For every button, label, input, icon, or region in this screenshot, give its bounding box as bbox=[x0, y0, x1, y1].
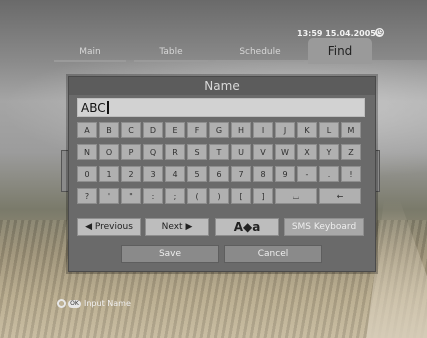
cancel-button[interactable]: Cancel bbox=[224, 245, 322, 263]
tab-schedule[interactable]: Schedule bbox=[216, 44, 304, 62]
key-t[interactable]: T bbox=[209, 144, 229, 160]
key-2[interactable]: 2 bbox=[121, 166, 141, 182]
name-text-field[interactable]: ABC bbox=[77, 98, 365, 117]
text-caret bbox=[106, 101, 109, 114]
key-z[interactable]: Z bbox=[341, 144, 361, 160]
key-question[interactable]: ? bbox=[77, 188, 97, 204]
navigation-ring-icon bbox=[57, 299, 66, 308]
help-hint: OK Input Name bbox=[57, 297, 131, 311]
key-exclamation[interactable]: ! bbox=[341, 166, 361, 182]
key-j[interactable]: J bbox=[275, 122, 295, 138]
key-i[interactable]: I bbox=[253, 122, 273, 138]
key-4[interactable]: 4 bbox=[165, 166, 185, 182]
key-f[interactable]: F bbox=[187, 122, 207, 138]
key-q[interactable]: Q bbox=[143, 144, 163, 160]
tab-find[interactable]: Find bbox=[308, 38, 372, 64]
key-s[interactable]: S bbox=[187, 144, 207, 160]
left-triangle-icon: ◀ bbox=[85, 222, 92, 232]
key-6[interactable]: 6 bbox=[209, 166, 229, 182]
key-c[interactable]: C bbox=[121, 122, 141, 138]
key-x[interactable]: X bbox=[297, 144, 317, 160]
key-open-bracket[interactable]: [ bbox=[231, 188, 251, 204]
backspace-arrow-icon: ← bbox=[336, 192, 344, 201]
key-l[interactable]: L bbox=[319, 122, 339, 138]
ok-button-icon: OK bbox=[68, 299, 81, 308]
key-m[interactable]: M bbox=[341, 122, 361, 138]
key-3[interactable]: 3 bbox=[143, 166, 163, 182]
next-button[interactable]: Next ▶ bbox=[145, 218, 209, 236]
key-colon[interactable]: : bbox=[143, 188, 163, 204]
backspace-key[interactable]: ← bbox=[319, 188, 361, 204]
key-o[interactable]: O bbox=[99, 144, 119, 160]
key-9[interactable]: 9 bbox=[275, 166, 295, 182]
key-close-paren[interactable]: ) bbox=[209, 188, 229, 204]
key-y[interactable]: Y bbox=[319, 144, 339, 160]
next-label: Next bbox=[161, 222, 183, 232]
key-b[interactable]: B bbox=[99, 122, 119, 138]
key-8[interactable]: 8 bbox=[253, 166, 273, 182]
tab-table[interactable]: Table bbox=[134, 44, 208, 62]
space-key[interactable]: ⌴ bbox=[275, 188, 317, 204]
key-period[interactable]: . bbox=[319, 166, 339, 182]
key-w[interactable]: W bbox=[275, 144, 295, 160]
tv-screen: 13:59 15.04.2005 ◷ Main Table Schedule F… bbox=[0, 0, 427, 338]
key-open-paren[interactable]: ( bbox=[187, 188, 207, 204]
previous-button[interactable]: ◀ Previous bbox=[77, 218, 141, 236]
menu-tab-bar: Main Table Schedule Find bbox=[54, 38, 372, 64]
previous-label: Previous bbox=[94, 222, 133, 232]
case-toggle-button[interactable]: A◆a bbox=[215, 218, 279, 236]
key-hyphen[interactable]: - bbox=[297, 166, 317, 182]
sms-keyboard-button[interactable]: SMS Keyboard bbox=[284, 218, 364, 236]
clock-icon: ◷ bbox=[375, 28, 384, 37]
key-u[interactable]: U bbox=[231, 144, 251, 160]
key-g[interactable]: G bbox=[209, 122, 229, 138]
key-p[interactable]: P bbox=[121, 144, 141, 160]
key-1[interactable]: 1 bbox=[99, 166, 119, 182]
right-triangle-icon: ▶ bbox=[185, 222, 193, 232]
key-v[interactable]: V bbox=[253, 144, 273, 160]
key-a[interactable]: A bbox=[77, 122, 97, 138]
dialog-title: Name bbox=[69, 77, 375, 95]
key-r[interactable]: R bbox=[165, 144, 185, 160]
key-e[interactable]: E bbox=[165, 122, 185, 138]
key-semicolon[interactable]: ; bbox=[165, 188, 185, 204]
key-close-bracket[interactable]: ] bbox=[253, 188, 273, 204]
input-value: ABC bbox=[81, 101, 106, 115]
name-input-dialog: Name ABC A B C D E F G H I J K L M N O P… bbox=[68, 76, 376, 272]
clock-date: 15.04.2005 bbox=[325, 29, 376, 38]
tab-main[interactable]: Main bbox=[54, 44, 126, 62]
key-0[interactable]: 0 bbox=[77, 166, 97, 182]
help-text: Input Name bbox=[84, 299, 131, 308]
key-quote[interactable]: " bbox=[121, 188, 141, 204]
save-button[interactable]: Save bbox=[121, 245, 219, 263]
key-apostrophe[interactable]: ' bbox=[99, 188, 119, 204]
key-n[interactable]: N bbox=[77, 144, 97, 160]
space-icon: ⌴ bbox=[292, 192, 300, 201]
key-h[interactable]: H bbox=[231, 122, 251, 138]
key-5[interactable]: 5 bbox=[187, 166, 207, 182]
clock-time: 13:59 bbox=[297, 29, 323, 38]
clock-readout: 13:59 15.04.2005 bbox=[297, 29, 376, 38]
key-k[interactable]: K bbox=[297, 122, 317, 138]
key-d[interactable]: D bbox=[143, 122, 163, 138]
key-7[interactable]: 7 bbox=[231, 166, 251, 182]
